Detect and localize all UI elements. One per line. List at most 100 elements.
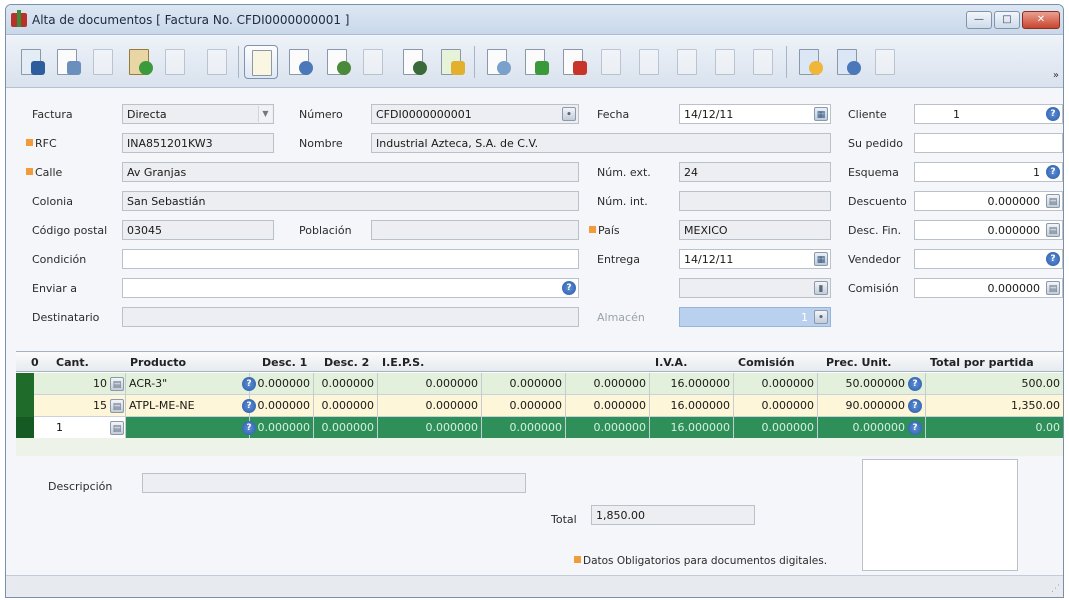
help-lookup-icon[interactable]: ? [908, 421, 922, 435]
enviar-field[interactable]: ? [122, 278, 579, 298]
rfc-field[interactable]: INA851201KW3 [122, 133, 274, 153]
calculator-icon[interactable]: ▤ [1046, 281, 1060, 295]
supedido-field[interactable] [914, 133, 1063, 153]
cell-desc1[interactable]: 0.000000 [250, 373, 314, 395]
fecha-field[interactable]: 14/12/11 ▦ [679, 104, 831, 124]
cell-ieps[interactable]: 0.000000 [378, 373, 482, 395]
resize-grip-icon[interactable]: ⋰ [1051, 584, 1060, 594]
invoice-icon[interactable] [244, 45, 278, 79]
cell-iva[interactable]: 16.000000 [650, 417, 734, 439]
sum-document-icon[interactable] [50, 45, 84, 79]
descuento-field[interactable]: 0.000000 ▤ [914, 191, 1063, 211]
cell-total[interactable]: 500.00 [926, 373, 1063, 395]
cliente-field[interactable]: 1? [914, 104, 1063, 124]
document-icon[interactable]: ▮ [814, 281, 828, 295]
preview-icon[interactable] [282, 45, 316, 79]
document-user-icon[interactable] [396, 45, 430, 79]
toolbar-overflow-icon[interactable]: » [1053, 70, 1059, 81]
calculator-icon[interactable]: ▤ [110, 399, 124, 413]
document-arrow-icon[interactable] [868, 45, 902, 79]
calendar-settings-icon[interactable] [792, 45, 826, 79]
help-lookup-icon[interactable]: ? [562, 281, 576, 295]
copy-document-icon[interactable] [86, 45, 120, 79]
cell-ieps[interactable]: 0.000000 [378, 417, 482, 439]
document-list-icon[interactable] [200, 45, 234, 79]
pdf-export-icon[interactable] [556, 45, 590, 79]
table-row[interactable]: 15 ▤ ATPL-ME-NE ? 0.000000 0.000000 0.00… [16, 395, 1063, 417]
excel-export-icon[interactable] [518, 45, 552, 79]
cell-extra1[interactable]: 0.000000 [482, 417, 566, 439]
table-row-active[interactable]: 1 ▤ ? 0.000000 0.000000 0.000000 0.00000… [16, 417, 1063, 439]
lock-icon[interactable]: • [814, 310, 828, 324]
calendar-icon[interactable]: ▦ [814, 107, 828, 121]
cell-total[interactable]: 0.00 [926, 417, 1063, 439]
calculator-icon[interactable]: ▤ [110, 377, 124, 391]
colonia-field[interactable]: San Sebastián [122, 191, 579, 211]
minimize-button[interactable]: — [966, 11, 992, 29]
poblacion-field[interactable] [371, 220, 579, 240]
window-search-icon[interactable] [830, 45, 864, 79]
form-icon[interactable] [708, 45, 742, 79]
descfin-field[interactable]: 0.000000 ▤ [914, 220, 1063, 240]
almacen-field[interactable]: 1 • [679, 307, 831, 327]
cp-field[interactable]: 03045 [122, 220, 274, 240]
cell-desc2[interactable]: 0.000000 [314, 417, 378, 439]
lock-icon[interactable]: • [562, 107, 576, 121]
numext-field[interactable]: 24 [679, 162, 831, 182]
calculator-icon[interactable]: ▤ [1046, 223, 1060, 237]
help-lookup-icon[interactable]: ? [1046, 252, 1060, 266]
cell-desc2[interactable]: 0.000000 [314, 395, 378, 417]
cell-extra1[interactable]: 0.000000 [482, 395, 566, 417]
entrega-field[interactable]: 14/12/11 ▦ [679, 249, 831, 269]
nombre-field[interactable]: Industrial Azteca, S.A. de C.V. [371, 133, 831, 153]
cell-desc1[interactable]: 0.000000 [250, 395, 314, 417]
cell-producto[interactable]: ACR-3" [126, 373, 250, 395]
email-document-icon[interactable] [434, 45, 468, 79]
cell-extra1[interactable]: 0.000000 [482, 373, 566, 395]
document-edit-icon[interactable] [158, 45, 192, 79]
close-button[interactable]: ✕ [1022, 11, 1060, 29]
shapes-icon[interactable] [746, 45, 780, 79]
cell-extra2[interactable]: 0.000000 [566, 373, 650, 395]
comision-field[interactable]: 0.000000 ▤ [914, 278, 1063, 298]
cell-producto[interactable]: ATPL-ME-NE [126, 395, 250, 417]
cell-iva[interactable]: 16.000000 [650, 395, 734, 417]
calculator-icon[interactable]: ▤ [110, 421, 124, 435]
customer-document-icon[interactable] [320, 45, 354, 79]
table-row[interactable]: 10 ▤ ACR-3" ? 0.000000 0.000000 0.000000… [16, 373, 1063, 395]
calendar-icon[interactable]: ▦ [814, 252, 828, 266]
cell-extra2[interactable]: 0.000000 [566, 395, 650, 417]
esquema-field[interactable]: 1? [914, 162, 1063, 182]
help-lookup-icon[interactable]: ? [1046, 107, 1060, 121]
factura-select[interactable]: Directa ▼ [122, 104, 274, 124]
cell-total[interactable]: 1,350.00 [926, 395, 1063, 417]
cell-desc2[interactable]: 0.000000 [314, 373, 378, 395]
vendedor-field[interactable]: ? [914, 249, 1063, 269]
cell-comision[interactable]: 0.000000 [734, 417, 818, 439]
help-lookup-icon[interactable]: ? [908, 399, 922, 413]
network-icon[interactable] [670, 45, 704, 79]
document-search-icon[interactable] [356, 45, 390, 79]
destinatario-field[interactable] [122, 307, 579, 327]
unlabeled-field[interactable]: ▮ [679, 278, 831, 298]
cell-iva[interactable]: 16.000000 [650, 373, 734, 395]
cell-comision[interactable]: 0.000000 [734, 373, 818, 395]
cell-extra2[interactable]: 0.000000 [566, 417, 650, 439]
descripcion-field[interactable] [142, 473, 526, 493]
pais-field[interactable]: MEXICO [679, 220, 831, 240]
cell-ieps[interactable]: 0.000000 [378, 395, 482, 417]
boot-icon[interactable] [594, 45, 628, 79]
view-document-icon[interactable] [480, 45, 514, 79]
maximize-button[interactable]: □ [994, 11, 1020, 29]
condicion-field[interactable] [122, 249, 579, 269]
numero-field[interactable]: CFDI0000000001 • [371, 104, 579, 124]
calculator-icon[interactable]: ▤ [1046, 194, 1060, 208]
numint-field[interactable] [679, 191, 831, 211]
cell-comision[interactable]: 0.000000 [734, 395, 818, 417]
payment-icon[interactable] [122, 45, 156, 79]
help-lookup-icon[interactable]: ? [1046, 165, 1060, 179]
help-lookup-icon[interactable]: ? [908, 377, 922, 391]
calle-field[interactable]: Av Granjas [122, 162, 579, 182]
chevron-down-icon[interactable]: ▼ [258, 106, 272, 122]
cell-producto[interactable] [126, 417, 250, 439]
